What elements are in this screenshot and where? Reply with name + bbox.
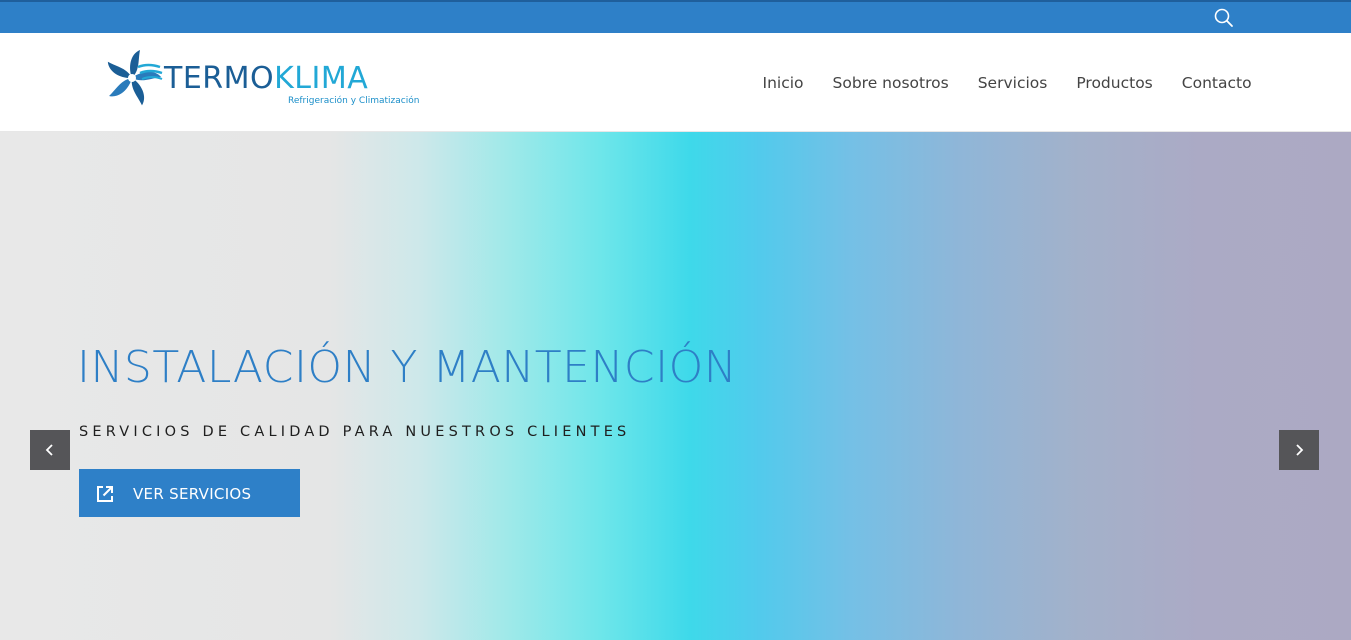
nav-item-inicio[interactable]: Inicio [748,74,818,92]
slider-prev-button[interactable] [30,430,70,470]
ver-servicios-label: VER SERVICIOS [133,485,252,503]
nav-item-servicios[interactable]: Servicios [963,74,1062,92]
logo-tagline: Refrigeración y Climatización [288,96,420,106]
nav-item-productos[interactable]: Productos [1062,74,1167,92]
chevron-left-icon [45,444,53,456]
top-bar [0,0,1351,33]
search-button[interactable] [1213,7,1235,29]
slider-next-button[interactable] [1279,430,1319,470]
ver-servicios-button[interactable]: VER SERVICIOS [79,469,300,517]
hero-slider: INSTALACIÓN Y MANTENCIÓN SERVICIOS DE CA… [0,132,1351,640]
external-link-icon [97,486,113,502]
logo[interactable]: TERMOKLIMA Refrigeración y Climatización [102,45,419,115]
hero-subtitle: SERVICIOS DE CALIDAD PARA NUESTROS CLIEN… [79,424,631,440]
site-header: TERMOKLIMA Refrigeración y Climatización… [0,33,1351,132]
logo-wordmark: TERMOKLIMA [164,62,368,96]
nav-item-sobre-nosotros[interactable]: Sobre nosotros [818,74,963,92]
hero-title: INSTALACIÓN Y MANTENCIÓN [77,342,738,393]
search-icon [1214,8,1233,27]
main-nav: Inicio Sobre nosotros Servicios Producto… [748,33,1266,132]
fan-icon [107,50,163,106]
nav-item-contacto[interactable]: Contacto [1167,74,1266,92]
logo-word-termo: TERMO [164,61,275,96]
logo-word-klima: KLIMA [274,61,369,96]
chevron-right-icon [1296,444,1304,456]
